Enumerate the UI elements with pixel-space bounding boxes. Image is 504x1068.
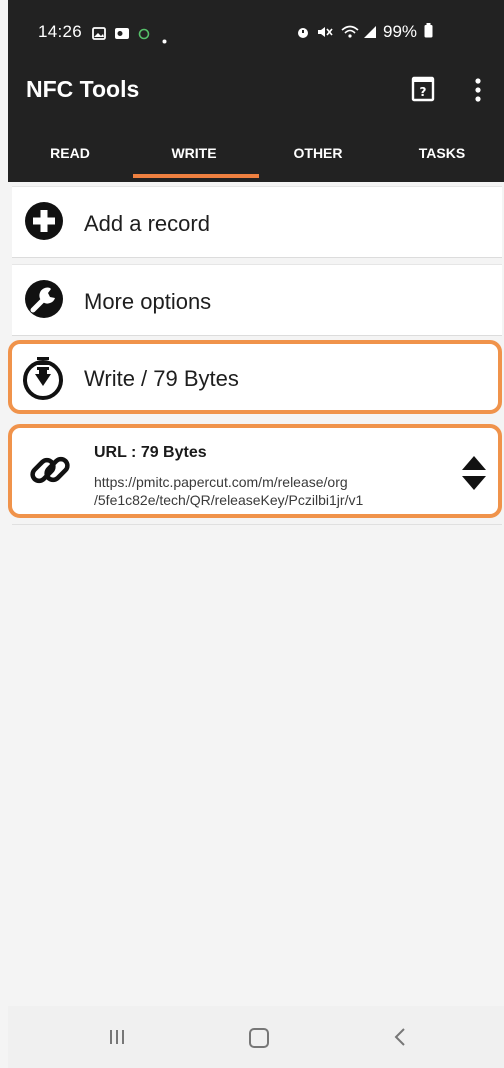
image-notification-icon — [92, 25, 106, 45]
tab-tasks[interactable]: TASKS — [380, 122, 504, 182]
plus-circle-icon — [24, 201, 64, 246]
link-icon — [28, 448, 72, 497]
tab-read[interactable]: READ — [8, 122, 132, 182]
more-options-label: More options — [84, 289, 212, 314]
app-title: NFC Tools — [26, 76, 140, 102]
record-title: URL : 79 Bytes — [94, 444, 207, 461]
mute-icon — [317, 24, 333, 44]
system-nav-bar — [8, 1006, 504, 1068]
tab-bar: READ WRITE OTHER TASKS — [8, 122, 504, 182]
more-vert-icon[interactable] — [474, 77, 482, 108]
tab-write[interactable]: WRITE — [132, 122, 256, 182]
write-button[interactable]: Write / 79 Bytes — [8, 340, 502, 414]
dot-icon — [162, 29, 167, 49]
more-options-button[interactable]: More options — [12, 264, 502, 336]
battery-percent: 99% — [383, 22, 418, 41]
status-bar: 14:26 99% — [8, 0, 504, 62]
signal-icon — [363, 24, 377, 44]
top-app-region: 14:26 99% NFC Tools ? READ WRITE OTHER T… — [8, 0, 504, 182]
add-record-label: Add a record — [84, 211, 210, 236]
download-write-icon — [22, 355, 66, 406]
wrench-icon — [24, 279, 64, 324]
recents-icon[interactable] — [108, 1028, 126, 1051]
active-tab-indicator — [133, 174, 259, 178]
record-url-line-1: https://pmitc.papercut.com/m/release/org — [94, 474, 348, 490]
add-record-button[interactable]: Add a record — [12, 186, 502, 258]
svg-text:?: ? — [420, 85, 427, 99]
sync-notification-icon — [138, 25, 150, 45]
help-book-icon[interactable]: ? — [411, 76, 435, 107]
screen: 14:26 99% NFC Tools ? READ WRITE OTHER T… — [0, 0, 504, 1068]
alarm-icon — [296, 24, 310, 44]
wifi-icon — [341, 24, 359, 44]
battery-icon — [424, 23, 433, 43]
app-bar: NFC Tools ? — [8, 62, 504, 120]
record-url-line-2: /5fe1c82e/tech/QR/releaseKey/Pczilbi1jr/… — [94, 492, 364, 508]
back-icon[interactable] — [393, 1026, 407, 1053]
url-record-item[interactable]: URL : 79 Bytes https://pmitc.papercut.co… — [8, 424, 502, 518]
home-icon[interactable] — [249, 1028, 269, 1048]
write-label: Write / 79 Bytes — [84, 366, 239, 391]
sort-arrows-icon[interactable] — [460, 454, 488, 497]
tab-other[interactable]: OTHER — [256, 122, 380, 182]
status-time: 14:26 — [38, 22, 83, 41]
list-divider — [12, 524, 502, 525]
cast-notification-icon — [114, 25, 130, 45]
